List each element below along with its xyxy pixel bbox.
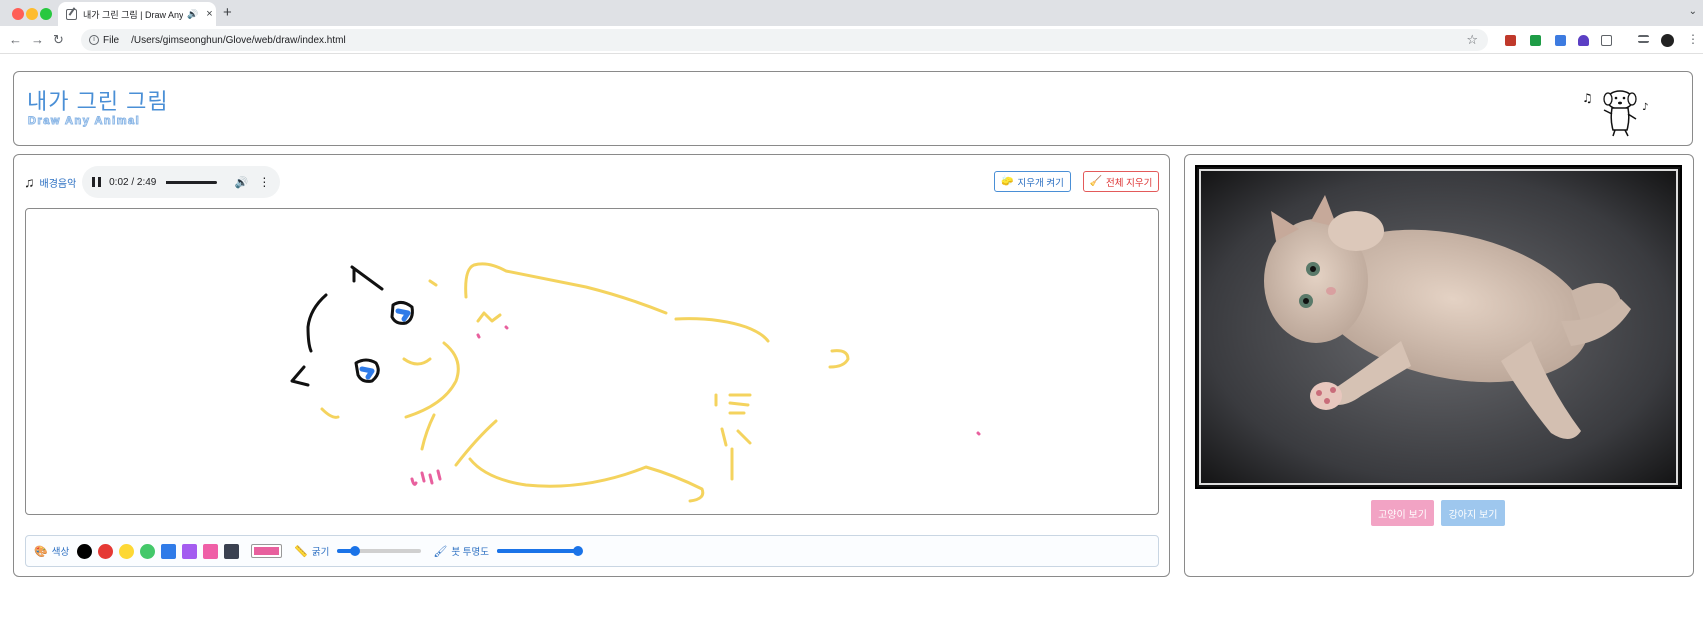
- color-swatch-purple[interactable]: [182, 543, 198, 559]
- music-label: 배경음악: [39, 178, 77, 190]
- reference-card: 고양이 보기 강아지 보기: [1184, 154, 1694, 577]
- thickness-slider-thumb[interactable]: [350, 546, 361, 556]
- thickness-label: 굵기: [311, 547, 330, 558]
- tab-search-icon[interactable]: ⌄: [1689, 6, 1697, 17]
- back-icon[interactable]: ←: [9, 32, 22, 47]
- minimize-window-button[interactable]: [26, 8, 38, 20]
- file-chip: File: [103, 34, 120, 46]
- reload-icon[interactable]: ↻: [53, 32, 64, 48]
- ruler-icon: 📏: [294, 545, 308, 558]
- music-row: ♫ 배경음악 0:02 / 2:49 🔊 ⋮: [24, 166, 281, 198]
- extensions-puzzle-icon[interactable]: [1601, 35, 1612, 46]
- clear-button-label: 전체 지우기: [1106, 177, 1153, 189]
- color-swatch-blue[interactable]: [161, 543, 177, 559]
- more-options-icon[interactable]: ⋮: [258, 175, 270, 189]
- page-subtitle: Draw Any Animal: [27, 115, 141, 128]
- color-swatch-red[interactable]: [98, 543, 114, 559]
- url-text[interactable]: /Users/gimseonghun/Glove/web/draw/index.…: [131, 35, 346, 46]
- broom-icon: 🧹: [1089, 176, 1103, 187]
- color-label: 색상: [51, 547, 70, 558]
- show-dog-button[interactable]: 강아지 보기: [1441, 500, 1505, 526]
- speaker-icon[interactable]: 🔊: [187, 9, 198, 20]
- new-tab-button[interactable]: +: [223, 4, 232, 21]
- svg-text:♪: ♪: [1642, 102, 1648, 113]
- show-cat-button[interactable]: 고양이 보기: [1371, 500, 1434, 526]
- opacity-slider[interactable]: [496, 546, 583, 556]
- thickness-slider[interactable]: [337, 546, 422, 556]
- pencil-favicon-icon: [66, 8, 77, 20]
- custom-color-picker[interactable]: [251, 544, 283, 558]
- drawing-card: ♫ 배경음악 0:02 / 2:49 🔊 ⋮ 🧽 지우개 켜기 🧹 전체 지우기: [13, 154, 1170, 577]
- eraser-icon: 🧽: [1001, 176, 1014, 187]
- tab-title: 내가 그린 그림 | Draw Any A: [83, 9, 183, 20]
- music-note-icon: ♫: [24, 174, 35, 190]
- opacity-label: 붓 투명도: [451, 547, 489, 558]
- profile-avatar[interactable]: [1661, 34, 1674, 47]
- reference-photo: [1199, 169, 1678, 485]
- extension-red-icon[interactable]: [1505, 35, 1516, 46]
- translate-extension-icon[interactable]: [1555, 35, 1566, 46]
- opacity-slider-thumb[interactable]: [572, 546, 583, 556]
- page: 내가 그린 그림 Draw Any Animal ♫ ♪ ♫ 배경음악 0:02…: [0, 55, 1703, 641]
- reference-photo-frame: [1195, 165, 1682, 489]
- address-toolbar: ← → ↻ i File /Users/gimseonghun/Glove/we…: [0, 26, 1703, 54]
- pause-icon[interactable]: [92, 177, 102, 187]
- browser-menu-icon[interactable]: ⋮: [1687, 32, 1699, 46]
- palette-icon: 🎨: [34, 545, 48, 558]
- header-card: 내가 그린 그림 Draw Any Animal ♫ ♪: [13, 71, 1693, 146]
- eraser-toggle-button[interactable]: 🧽 지우개 켜기: [994, 171, 1071, 192]
- audio-time: 0:02 / 2:49: [109, 176, 157, 188]
- tab-close-icon[interactable]: ×: [206, 8, 212, 20]
- cat-drawing: [290, 262, 981, 503]
- media-control-icon[interactable]: [1638, 35, 1649, 43]
- forward-icon[interactable]: →: [31, 32, 44, 47]
- brush-icon: 🖌: [433, 545, 448, 558]
- volume-icon[interactable]: 🔊: [235, 176, 249, 189]
- color-swatch-pink[interactable]: [203, 543, 219, 559]
- maximize-window-button[interactable]: [40, 8, 52, 20]
- dancing-dog-icon: ♫ ♪: [1582, 90, 1648, 137]
- extension-purple-icon[interactable]: [1578, 35, 1589, 46]
- eraser-button-label: 지우개 켜기: [1017, 177, 1064, 189]
- opacity-slider-fill: [496, 549, 581, 553]
- color-swatch-black[interactable]: [77, 543, 93, 559]
- color-swatch-dark-gray[interactable]: [224, 543, 240, 559]
- drawing-canvas[interactable]: [25, 208, 1159, 515]
- bookmark-star-icon[interactable]: ☆: [1466, 32, 1478, 48]
- info-icon[interactable]: i: [89, 35, 99, 45]
- browser-tab[interactable]: 내가 그린 그림 | Draw Any A 🔊 ×: [58, 2, 216, 26]
- drawing-toolbar: 🎨 색상 📏 굵기 🖌 붓 투명도: [25, 535, 1159, 567]
- browser-tab-bar: 내가 그린 그림 | Draw Any A 🔊 × + ⌄: [0, 0, 1703, 26]
- page-title: 내가 그린 그림: [27, 89, 169, 114]
- color-swatch-yellow[interactable]: [119, 543, 135, 559]
- close-window-button[interactable]: [12, 8, 24, 20]
- audio-player[interactable]: 0:02 / 2:49 🔊 ⋮: [82, 166, 281, 198]
- color-swatch-green[interactable]: [140, 543, 156, 559]
- current-color-preview: [254, 547, 280, 555]
- audio-progress-bar[interactable]: [166, 180, 217, 184]
- clear-all-button[interactable]: 🧹 전체 지우기: [1083, 171, 1159, 192]
- extension-green-icon[interactable]: [1530, 35, 1541, 46]
- svg-text:♫: ♫: [1582, 91, 1593, 105]
- url-bar[interactable]: i File /Users/gimseonghun/Glove/web/draw…: [81, 29, 1488, 51]
- kitten-photo-icon: [1201, 171, 1676, 483]
